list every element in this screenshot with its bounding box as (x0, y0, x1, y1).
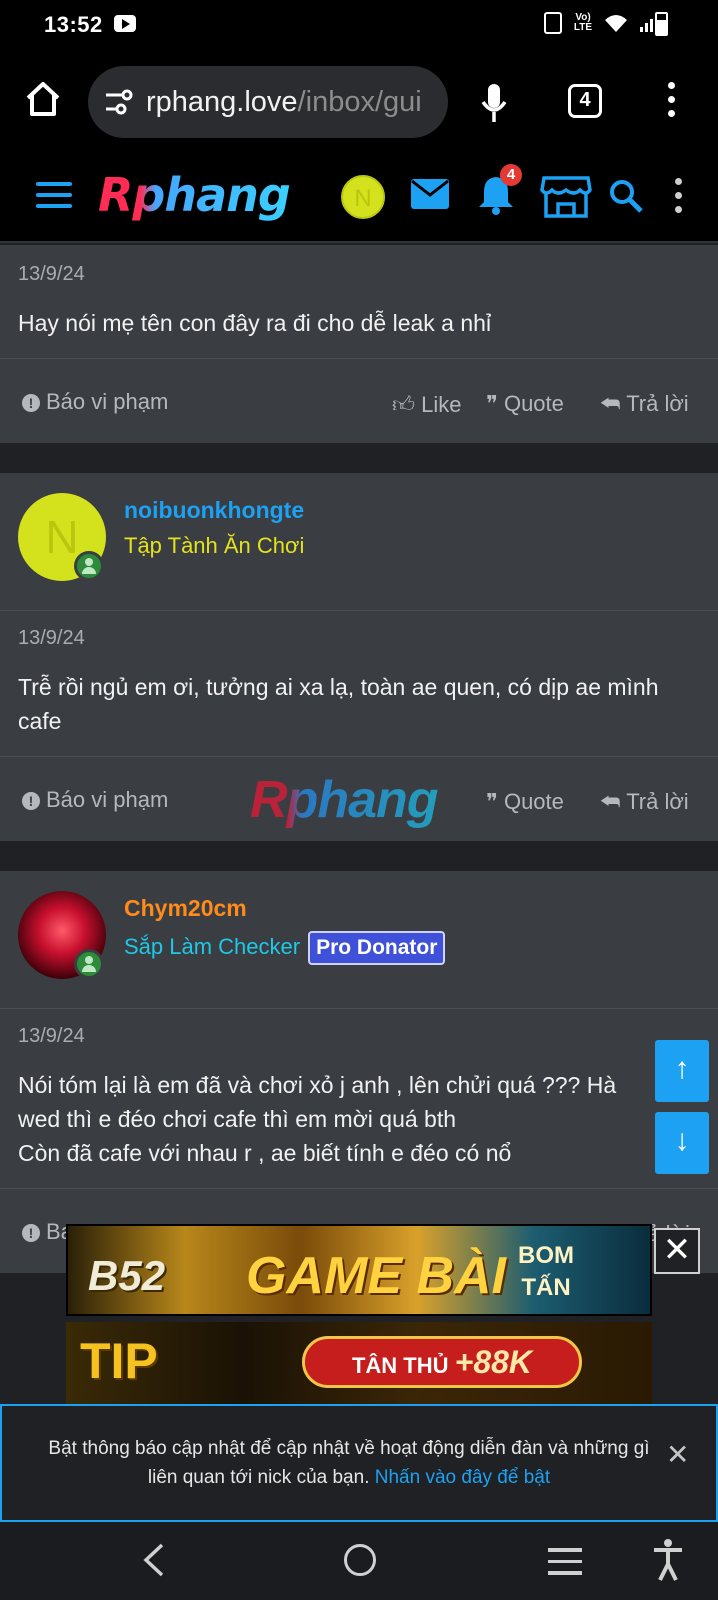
ad-offer-value: +88K (454, 1344, 533, 1380)
mail-icon[interactable] (410, 178, 450, 210)
arrow-up-icon: ↑ (674, 1052, 690, 1085)
microphone-icon[interactable] (480, 82, 508, 124)
reply-label: Trả lời (626, 789, 689, 814)
report-label: Báo vi phạm (46, 389, 169, 414)
message-post: Chym20cm Sắp Làm Checker Pro Donator 13/9… (0, 871, 718, 1273)
author-title: Sắp Làm Checker Pro Donator (124, 931, 446, 965)
site-menu-icon[interactable] (675, 178, 683, 218)
report-button[interactable]: ! Báo vi phạm (22, 787, 168, 813)
alert-icon: ! (22, 792, 40, 810)
scroll-to-top-button[interactable]: ↑ (655, 1040, 709, 1102)
url-bar[interactable]: rphang.love/inbox/gui (88, 66, 448, 138)
quote-label: Quote (503, 391, 564, 416)
recent-apps-icon[interactable] (548, 1548, 582, 1575)
user-avatar[interactable]: N (341, 175, 385, 219)
youtube-icon (114, 15, 136, 32)
pro-donator-badge: Pro Donator (308, 931, 446, 965)
report-button[interactable]: ! Báo vi phạm (22, 389, 168, 415)
message-body: 13/9/24 Hay nói mẹ tên con đây ra đi cho… (0, 245, 718, 359)
status-icons: Vo) LTE (544, 12, 660, 34)
message-text: Nói tóm lại là em đã và chơi xỏ j anh , … (18, 1072, 617, 1166)
back-icon[interactable] (140, 1542, 170, 1578)
browser-toolbar: rphang.love/inbox/gui 4 (0, 52, 718, 148)
scroll-to-bottom-button[interactable]: ↓ (655, 1112, 709, 1174)
vibrate-icon (544, 12, 562, 34)
url-path: /inbox/gui (297, 85, 422, 118)
message-body: 13/9/24 Nói tóm lại là em đã và chơi xỏ … (0, 1009, 718, 1189)
reply-icon: ⮪ (600, 789, 627, 814)
ad-tagline: BOM TẤN (518, 1240, 574, 1304)
enable-notifications-link[interactable]: Nhấn vào đây để bật (375, 1467, 550, 1488)
ad-close-button[interactable]: ✕ (654, 1228, 700, 1274)
author-title-text: Sắp Làm Checker (124, 933, 301, 959)
store-icon[interactable] (540, 174, 592, 218)
ad-tagline-2: TẤN (521, 1274, 571, 1301)
ad-banner-tip-club[interactable]: TIP TÂN THỦ +88K (66, 1322, 652, 1404)
push-notification-prompt[interactable]: Bật thông báo cập nhật để cập nhật về ho… (0, 1404, 718, 1522)
message-author: Chym20cm Sắp Làm Checker Pro Donator (0, 871, 718, 1009)
message-text: Trễ rồi ngủ em ơi, tưởng ai xa lạ, toàn … (18, 674, 659, 734)
site-settings-icon[interactable] (104, 88, 134, 116)
message-text: Hay nói mẹ tên con đây ra đi cho dễ leak… (18, 310, 492, 336)
like-label: Like (421, 392, 462, 417)
status-bar: 13:52 Vo) LTE (0, 0, 718, 52)
author-username[interactable]: noibuonkhongte (124, 497, 304, 524)
home-button-icon[interactable] (344, 1544, 376, 1576)
quote-icon: ❞ (486, 391, 504, 416)
search-icon[interactable] (608, 178, 644, 214)
arrow-down-icon: ↓ (674, 1124, 690, 1157)
message-author: N noibuonkhongte Tập Tành Ăn Chơi (0, 473, 718, 611)
status-time: 13:52 (44, 12, 103, 37)
site-watermark: Rphang (250, 771, 439, 829)
online-status-icon (74, 949, 104, 979)
close-icon: ✕ (662, 1231, 692, 1269)
alert-icon: ! (22, 394, 40, 412)
site-header: Rphang N 4 (0, 148, 718, 243)
author-title: Tập Tành Ăn Chơi (124, 533, 305, 558)
message-body: 13/9/24 Trễ rồi ngủ em ơi, tưởng ai xa l… (0, 611, 718, 757)
wifi-icon (605, 15, 627, 32)
quote-button[interactable]: ❞ Quote (486, 789, 564, 815)
reply-button[interactable]: ⮪ Trả lời (600, 391, 689, 417)
quote-button[interactable]: ❞ Quote (486, 391, 564, 417)
quote-icon: ❞ (486, 789, 504, 814)
accessibility-icon[interactable] (652, 1538, 684, 1582)
system-navigation-bar (0, 1522, 718, 1600)
notification-text: Bật thông báo cập nhật để cập nhật về ho… (48, 1438, 650, 1488)
message-actions: ! Báo vi phạm 👍︎ Like ❞ Quote ⮪ Trả lời (0, 359, 718, 443)
message-date[interactable]: 13/9/24 (18, 1025, 700, 1048)
volte-icon: Vo) LTE (573, 12, 593, 33)
like-button[interactable]: 👍︎ Like (392, 391, 461, 418)
quote-label: Quote (503, 789, 564, 814)
ad-brand: TIP (80, 1333, 158, 1389)
ad-tagline-1: BOM (518, 1242, 574, 1269)
message-date[interactable]: 13/9/24 (18, 263, 700, 286)
ad-title: GAME BÀI (246, 1247, 506, 1305)
close-icon[interactable]: ✕ (666, 1440, 689, 1469)
site-logo[interactable]: Rphang (98, 168, 291, 222)
alert-icon: ! (22, 1224, 40, 1242)
reply-button[interactable]: ⮪ Trả lời (600, 789, 689, 815)
browser-menu-icon[interactable] (668, 82, 676, 122)
thumbs-up-icon: 👍︎ (392, 392, 422, 417)
reply-label: Trả lời (626, 391, 689, 416)
battery-icon (655, 12, 668, 36)
reply-icon: ⮪ (600, 391, 627, 416)
online-status-icon (74, 551, 104, 581)
home-icon[interactable] (24, 80, 62, 118)
screen: 13:52 Vo) LTE rphang.love/inbox/gui 4 Rp… (0, 0, 718, 1600)
hamburger-menu-icon[interactable] (36, 182, 72, 208)
url-host: rphang.love (146, 85, 298, 118)
message-date[interactable]: 13/9/24 (18, 627, 700, 650)
author-username[interactable]: Chym20cm (124, 895, 247, 922)
tabs-button[interactable]: 4 (568, 84, 602, 118)
report-label: Báo vi phạm (46, 787, 169, 812)
ad-offer: TÂN THỦ +88K (302, 1336, 582, 1388)
notification-badge: 4 (500, 164, 522, 186)
ad-offer-label: TÂN THỦ (351, 1353, 449, 1378)
message-post: 13/9/24 Hay nói mẹ tên con đây ra đi cho… (0, 245, 718, 443)
ad-brand: B52 (88, 1252, 166, 1299)
ad-banner-game-bai[interactable]: B52 GAME BÀI BOM TẤN (66, 1224, 652, 1316)
